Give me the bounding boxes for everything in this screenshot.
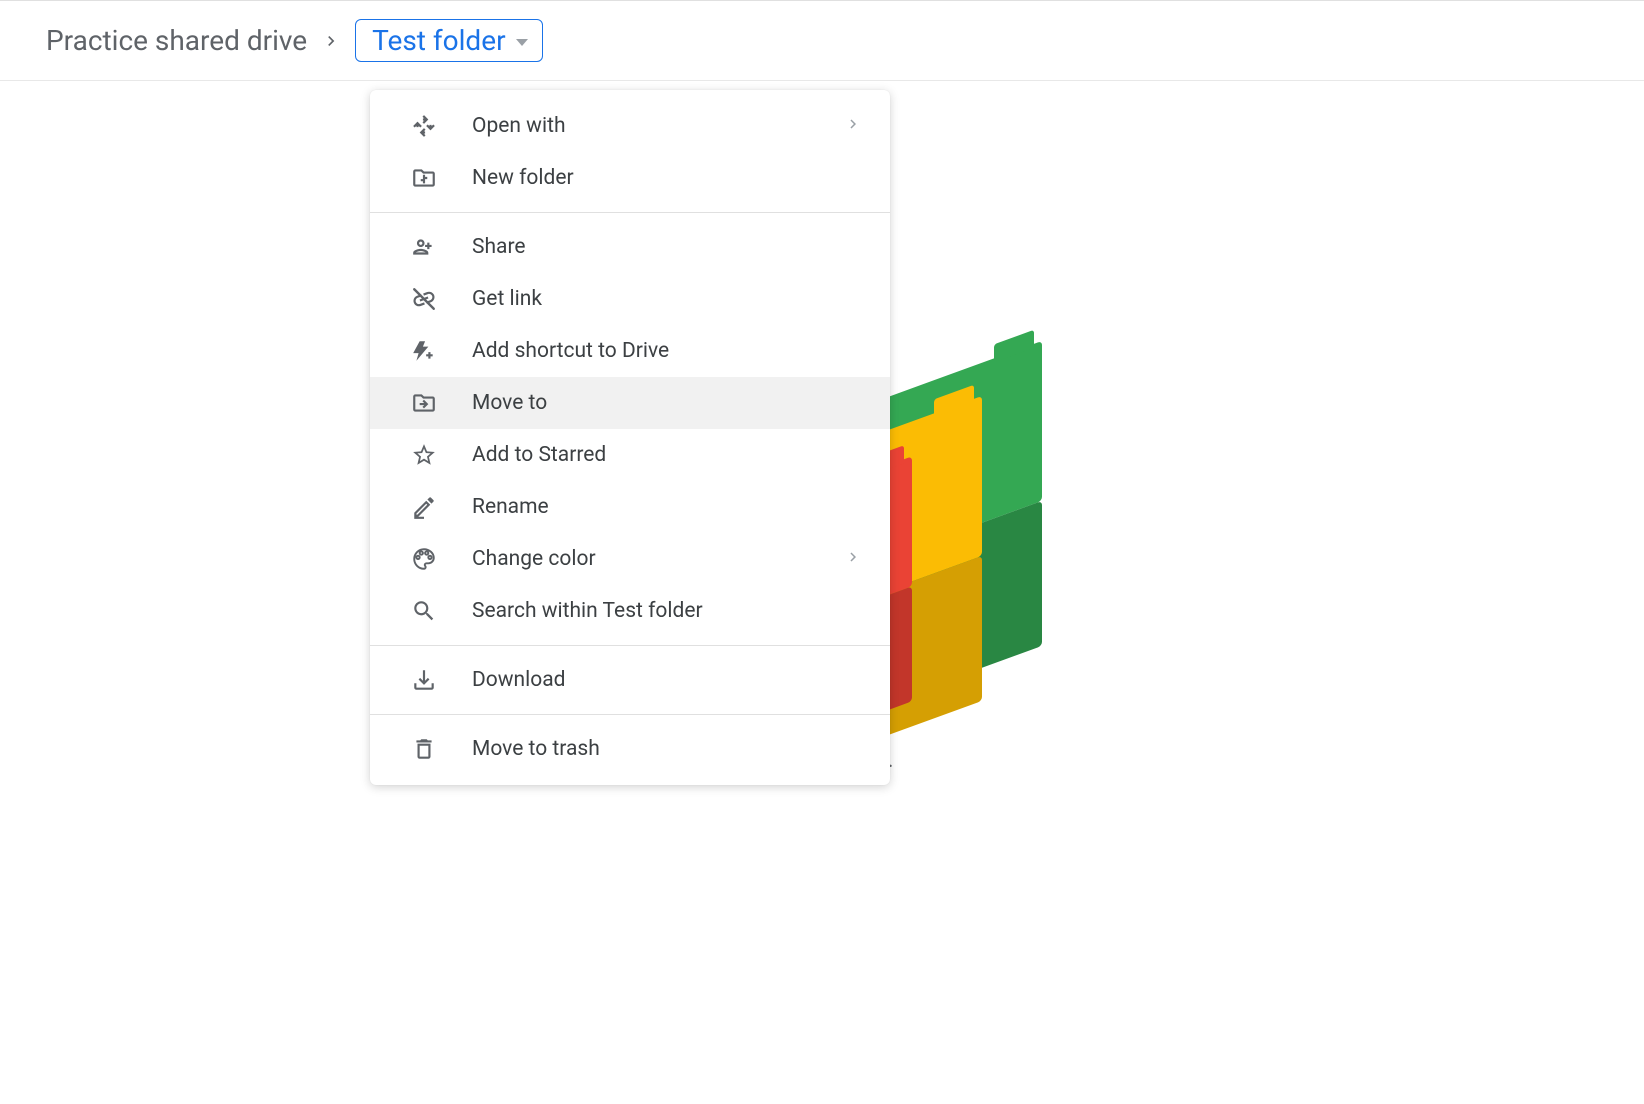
menu-label: Rename — [472, 495, 862, 519]
menu-label: Add shortcut to Drive — [472, 339, 862, 363]
rename-icon — [410, 493, 438, 521]
breadcrumb: Practice shared drive Test folder — [0, 0, 1644, 81]
link-icon — [410, 285, 438, 313]
breadcrumb-parent[interactable]: Practice shared drive — [46, 24, 307, 57]
menu-label: Search within Test folder — [472, 599, 862, 623]
search-icon — [410, 597, 438, 625]
palette-icon — [410, 545, 438, 573]
dropdown-triangle-icon — [516, 39, 528, 46]
trash-icon — [410, 735, 438, 763]
share-icon — [410, 233, 438, 261]
move-to-icon — [410, 389, 438, 417]
menu-item-add-shortcut[interactable]: Add shortcut to Drive — [370, 325, 890, 377]
breadcrumb-current-dropdown[interactable]: Test folder — [355, 19, 542, 62]
menu-label: New folder — [472, 166, 862, 190]
menu-item-open-with[interactable]: Open with — [370, 100, 890, 152]
menu-item-new-folder[interactable]: New folder — [370, 152, 890, 204]
menu-item-search-within[interactable]: Search within Test folder — [370, 585, 890, 637]
new-folder-icon — [410, 164, 438, 192]
star-icon — [410, 441, 438, 469]
menu-item-share[interactable]: Share — [370, 221, 890, 273]
menu-item-get-link[interactable]: Get link — [370, 273, 890, 325]
context-menu: Open with New folder Share Get link Add … — [370, 90, 890, 785]
menu-label: Share — [472, 235, 862, 259]
menu-separator — [370, 212, 890, 213]
menu-label: Move to trash — [472, 737, 862, 761]
menu-label: Open with — [472, 114, 844, 138]
chevron-right-icon — [844, 115, 862, 137]
menu-item-change-color[interactable]: Change color — [370, 533, 890, 585]
menu-item-download[interactable]: Download — [370, 654, 890, 706]
menu-item-add-to-starred[interactable]: Add to Starred — [370, 429, 890, 481]
menu-label: Download — [472, 668, 862, 692]
add-shortcut-icon — [410, 337, 438, 365]
menu-label: Change color — [472, 547, 844, 571]
menu-item-move-to[interactable]: Move to — [370, 377, 890, 429]
menu-label: Get link — [472, 287, 862, 311]
chevron-right-icon — [844, 548, 862, 570]
breadcrumb-current-label: Test folder — [372, 24, 505, 57]
chevron-right-icon — [321, 31, 341, 51]
menu-separator — [370, 714, 890, 715]
menu-label: Add to Starred — [472, 443, 862, 467]
menu-label: Move to — [472, 391, 862, 415]
open-with-icon — [410, 112, 438, 140]
menu-item-move-to-trash[interactable]: Move to trash — [370, 723, 890, 775]
download-icon — [410, 666, 438, 694]
menu-item-rename[interactable]: Rename — [370, 481, 890, 533]
menu-separator — [370, 645, 890, 646]
